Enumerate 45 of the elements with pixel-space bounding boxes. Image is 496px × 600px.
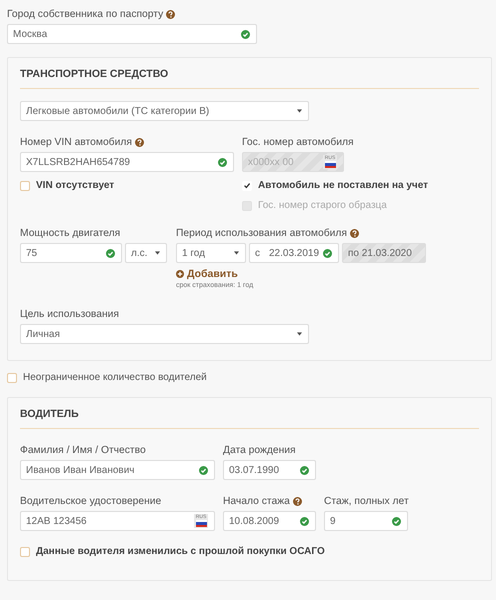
- plus-icon: [176, 270, 184, 278]
- text-field[interactable]: Москва: [7, 24, 257, 44]
- text-field[interactable]: 75: [20, 243, 122, 263]
- checkbox-label: Гос. номер старого образца: [258, 200, 387, 211]
- checkbox-label: Неограниченное количество водителей: [23, 372, 207, 383]
- field-label: Стаж, полных лет: [324, 496, 409, 506]
- caret-icon: [234, 251, 239, 255]
- unit-select[interactable]: л.с.: [125, 243, 167, 263]
- field-label: Город собственника по паспорту: [7, 8, 164, 20]
- section-title: ТРАНСПОРТНОЕ СРЕДСТВО: [20, 67, 170, 82]
- category-select[interactable]: Легковые автомобили (ТС категории B): [20, 101, 309, 121]
- field-label: Период использования автомобиля: [176, 228, 347, 238]
- field-label: Мощность двигателя: [20, 228, 120, 238]
- caret-icon: [297, 109, 302, 113]
- text-field[interactable]: 03.07.1990: [223, 460, 316, 480]
- checkbox-label: Данные водителя изменились с прошлой покупки ОСАГО: [36, 546, 325, 557]
- end-date-field: по 21.03.2020: [342, 243, 426, 263]
- text-field[interactable]: 10.08.2009: [223, 511, 316, 531]
- checkbox[interactable]: [20, 546, 30, 556]
- field-label: Гос. номер автомобиля: [242, 136, 354, 148]
- help-icon[interactable]: [292, 496, 302, 506]
- caret-icon: [297, 332, 302, 336]
- date-field[interactable]: с 22.03.2019: [249, 243, 339, 263]
- add-link[interactable]: Добавить: [176, 268, 238, 280]
- text-field[interactable]: Иванов Иван Иванович: [20, 460, 215, 480]
- checkbox-label: Автомобиль не поставлен на учет: [258, 180, 428, 191]
- field-label: Дата рождения: [223, 444, 296, 456]
- checkbox[interactable]: [7, 372, 17, 382]
- help-icon[interactable]: [350, 228, 359, 238]
- caret-icon: [155, 251, 160, 255]
- purpose-select[interactable]: Личная: [20, 324, 309, 344]
- text-field[interactable]: 9: [324, 511, 408, 531]
- period-select[interactable]: 1 год: [176, 243, 246, 263]
- checkbox-label: VIN отсутствует: [36, 180, 114, 191]
- field-label: Начало стажа: [223, 496, 290, 506]
- help-icon[interactable]: [166, 10, 176, 18]
- help-icon[interactable]: [134, 138, 144, 146]
- section-title: ВОДИТЕЛЬ: [20, 407, 80, 422]
- field-label: Фамилия / Имя / Отчество: [20, 444, 146, 456]
- text-field[interactable]: X7LLSRB2HAH654789: [20, 152, 234, 172]
- field-label: Водительское удостоверение: [20, 496, 162, 506]
- checkbox[interactable]: [20, 180, 30, 190]
- field-prefix: с: [255, 248, 261, 258]
- field-label: Цель использования: [20, 308, 120, 320]
- field-label: Номер VIN автомобиля: [20, 136, 132, 148]
